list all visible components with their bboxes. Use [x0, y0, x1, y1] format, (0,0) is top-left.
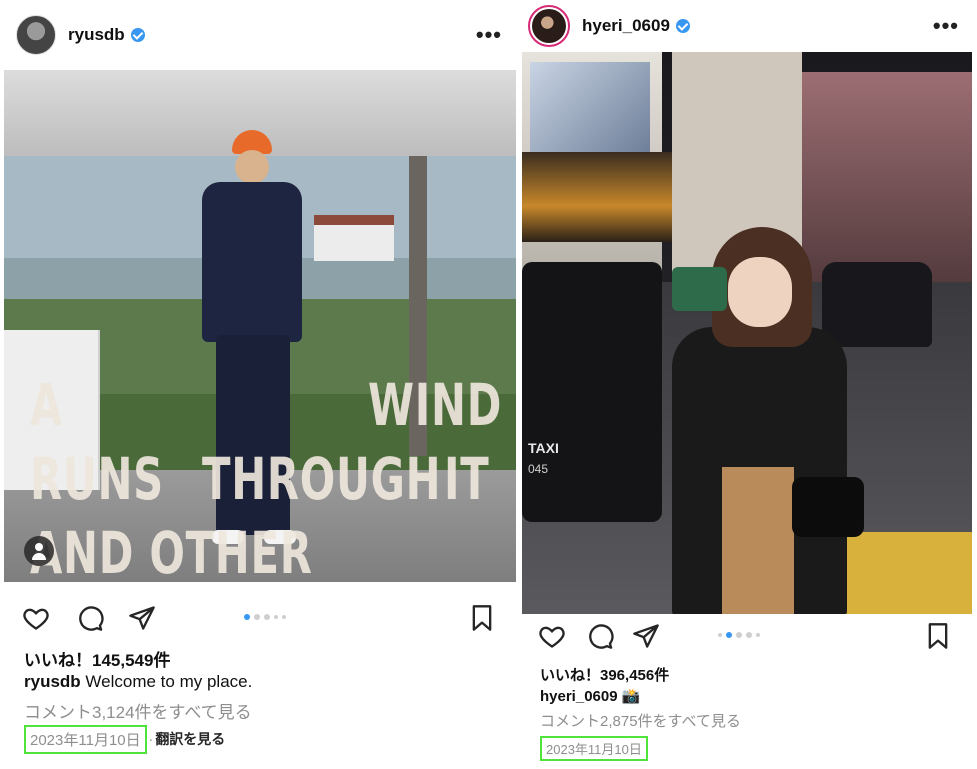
caption-username[interactable]: ryusdb — [24, 672, 81, 691]
post-image[interactable]: A WIND RUNS THROUGH IT AND OTHER STORIES — [4, 70, 516, 582]
verified-icon — [130, 28, 145, 42]
overlay-text: THROUGH — [202, 445, 442, 513]
shopping-bag — [722, 467, 794, 614]
heart-icon[interactable] — [538, 622, 566, 650]
carousel-dot — [726, 632, 732, 638]
post-meta: いいね！396,456件 hyeri_0609 📸 コメント2,875件をすべて… — [540, 664, 977, 763]
translate-link[interactable]: 翻訳を見る — [155, 729, 225, 749]
carousel-dot — [282, 615, 286, 619]
carousel-dot — [746, 632, 752, 638]
action-bar — [0, 598, 520, 638]
carousel-dot — [274, 615, 278, 619]
handbag — [792, 477, 864, 537]
overlay-text: IT — [444, 445, 490, 513]
billboard — [530, 62, 650, 152]
carousel-dot — [736, 632, 742, 638]
caption-username[interactable]: hyeri_0609 — [540, 688, 618, 705]
taxi-label: TAXI — [528, 440, 559, 456]
house — [314, 215, 394, 261]
face — [728, 257, 792, 327]
camera-emoji: 📸 — [621, 688, 641, 705]
jacket — [202, 182, 302, 342]
overlay-text: RUNS — [30, 445, 164, 513]
post-meta: いいね！145,549件 ryusdb Welcome to my place.… — [24, 646, 520, 754]
bookmark-icon[interactable] — [468, 604, 496, 632]
carousel-dot — [244, 614, 250, 620]
storefront — [522, 152, 672, 242]
likes-count[interactable]: いいね！396,456件 — [540, 664, 977, 687]
post-date: 2023年11月10日 — [24, 724, 147, 754]
date-row: 2023年11月10日 — [540, 733, 977, 763]
carousel-dot — [254, 614, 260, 620]
carousel-dot — [718, 633, 722, 637]
caption-text: Welcome to my place. — [80, 672, 253, 691]
comment-icon[interactable] — [76, 604, 104, 632]
taxi-number: 045 — [528, 462, 549, 476]
view-comments-link[interactable]: コメント2,875件をすべて見る — [540, 710, 977, 733]
caption: hyeri_0609 📸 — [540, 687, 977, 710]
overlay-text: AND OTHER STORIES — [30, 519, 313, 582]
post-hyeri: hyeri_0609 ••• TAXI 045 いいね！396,456件 hye… — [520, 0, 977, 769]
carousel-indicator — [244, 614, 286, 620]
more-icon[interactable]: ••• — [476, 22, 502, 48]
share-icon[interactable] — [632, 622, 660, 650]
avatar[interactable] — [16, 15, 56, 55]
carousel-dot — [264, 614, 270, 620]
username[interactable]: ryusdb — [68, 25, 125, 45]
overlay-text: WIND — [368, 371, 503, 439]
user-tag-icon[interactable] — [24, 536, 54, 566]
post-ryusdb: ryusdb ••• A WIND RUNS THROUGH IT AND OT… — [0, 0, 520, 769]
post-image[interactable]: TAXI 045 — [522, 52, 972, 614]
bookmark-icon[interactable] — [924, 622, 952, 650]
post-header: hyeri_0609 ••• — [520, 0, 977, 52]
comment-icon[interactable] — [586, 622, 614, 650]
separator: · — [148, 731, 154, 747]
face — [235, 150, 269, 184]
username[interactable]: hyeri_0609 — [582, 16, 670, 36]
more-icon[interactable]: ••• — [933, 13, 959, 39]
view-comments-link[interactable]: コメント3,124件をすべて見る — [24, 698, 520, 724]
action-bar — [520, 616, 977, 656]
caption: ryusdb Welcome to my place. — [24, 672, 520, 698]
heart-icon[interactable] — [22, 604, 50, 632]
phone — [672, 267, 727, 311]
person — [652, 227, 864, 614]
carousel-indicator — [718, 632, 760, 638]
likes-count[interactable]: いいね！145,549件 — [24, 646, 520, 672]
post-date: 2023年11月10日 — [540, 735, 648, 761]
overlay-text: A — [30, 371, 64, 439]
taxi: TAXI 045 — [522, 262, 662, 522]
carousel-dot — [756, 633, 760, 637]
date-row: 2023年11月10日 · 翻訳を見る — [24, 724, 520, 754]
avatar[interactable] — [528, 5, 570, 47]
share-icon[interactable] — [128, 604, 156, 632]
post-header: ryusdb ••• — [0, 0, 520, 70]
verified-icon — [675, 19, 690, 33]
